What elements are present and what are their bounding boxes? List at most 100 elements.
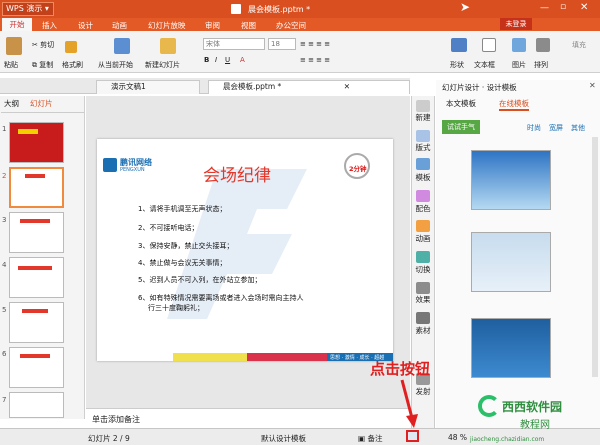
red-arrow-icon [400,379,418,428]
filter-other[interactable]: 其他 [571,123,585,133]
textbox-label[interactable]: 文本框 [474,60,495,70]
copy-button[interactable]: ⧉ 复制 [32,60,53,70]
slide-thumbnail-4[interactable] [9,257,64,298]
strip-template[interactable]: 模板 [412,172,434,183]
zoom-level[interactable]: 48 % [448,433,467,442]
strip-transition[interactable]: 切换 [412,264,434,275]
slideshow-icon[interactable] [114,38,130,54]
underline-button[interactable]: U [225,56,230,64]
tab-outline[interactable]: 大纲 [4,98,19,109]
slide-thumbnail-5[interactable] [9,302,64,343]
slide-number: 6 [2,350,7,358]
animation-icon[interactable] [416,220,430,232]
slide-thumbnail-3[interactable] [9,212,64,253]
arrange-label[interactable]: 排列 [534,60,548,70]
arrange-icon[interactable] [536,38,550,52]
menu-office-space[interactable]: 办公空间 [276,20,306,31]
strip-material[interactable]: 素材 [412,325,434,336]
picture-icon[interactable] [512,38,526,52]
maximize-button[interactable]: ▫ [560,2,566,12]
layout-icon[interactable] [416,130,430,142]
template-preview-1[interactable] [471,150,551,210]
strip-color-scheme[interactable]: 配色 [412,203,434,214]
pane-close-icon[interactable]: ✕ [589,81,596,90]
slide-title[interactable]: 会场纪律 [203,161,271,186]
slide-thumbnail-7[interactable] [9,392,64,418]
picture-label[interactable]: 图片 [512,60,526,70]
new-slide-label[interactable]: 新建幻灯片 [145,60,180,70]
tab-local-templates[interactable]: 本文模板 [446,98,476,109]
new-icon[interactable] [416,100,430,112]
paste-label[interactable]: 粘贴 [4,60,18,70]
strip-effect[interactable]: 效果 [412,294,434,305]
menu-review[interactable]: 审阅 [205,20,220,31]
menu-insert[interactable]: 插入 [42,20,57,31]
menu-view[interactable]: 视图 [241,20,256,31]
font-size-combo[interactable]: 18 [268,38,296,50]
slide-thumbnail-6[interactable] [9,347,64,388]
thumb-title-bar [18,266,52,270]
filter-widescreen[interactable]: 宽屏 [549,123,563,133]
tab-morning-template[interactable]: 晨会模板.pptm * ✕ [208,80,410,94]
company-logo-icon [103,158,117,172]
bullet-item: 1、请将手机调至无声状态； [138,205,227,213]
strip-new[interactable]: 新建 [412,112,434,123]
slide-thumbnail-1[interactable] [9,122,64,163]
app-menu-button[interactable]: WPS 演示 ▾ [2,2,54,16]
close-tab-icon[interactable]: ✕ [344,82,350,91]
filter-fashion[interactable]: 时尚 [527,123,541,133]
notes-pane[interactable]: 单击添加备注 [86,408,410,428]
from-current-label[interactable]: 从当前开始 [98,60,133,70]
format-painter-label[interactable]: 格式刷 [62,60,83,70]
strip-layout[interactable]: 版式 [412,142,434,153]
format-painter-icon[interactable] [65,41,77,53]
template-preview-2[interactable] [471,232,551,292]
template-preview-3[interactable] [471,318,551,378]
color-scheme-icon[interactable] [416,190,430,202]
menu-design[interactable]: 设计 [78,20,93,31]
font-name-combo[interactable]: 宋体 [203,38,265,50]
cut-button[interactable]: ✂ 剪切 [32,40,54,50]
template-icon[interactable] [416,158,430,170]
normal-view-button[interactable] [406,430,419,442]
close-button[interactable]: ✕ [580,2,588,13]
material-icon[interactable] [416,312,430,324]
tab-online-templates[interactable]: 在线模板 [499,98,529,111]
textbox-icon[interactable] [482,38,496,52]
effect-icon[interactable] [416,282,430,294]
slide-number: 3 [2,216,7,224]
paragraph-tools[interactable]: ≡ ≡ ≡ ≡ [300,40,330,48]
minimize-button[interactable]: — [540,3,549,13]
pane-scrollbar[interactable] [592,137,598,377]
category-random[interactable]: 试试手气 [442,120,480,134]
thumb-title-bar [22,309,48,313]
thumb-title-bar [25,174,45,178]
notes-toggle[interactable]: ▣ 备注 [358,433,382,444]
template-name: 默认设计模板 [261,434,306,443]
menu-animation[interactable]: 动画 [112,20,127,31]
shape-label[interactable]: 形状 [450,60,464,70]
new-slide-icon[interactable] [160,38,176,54]
tab-presentation1[interactable]: 演示文稿1 [96,80,200,94]
menu-slideshow[interactable]: 幻灯片放映 [148,20,186,31]
slide-number: 4 [2,261,7,269]
notes-toggle-label: 备注 [367,434,383,443]
bullet-item: 4、禁止做与会议无关事情； [138,259,227,267]
font-color-button[interactable]: A [240,56,245,64]
document-icon [231,4,241,14]
strip-animation[interactable]: 动画 [412,233,434,244]
transition-icon[interactable] [416,251,430,263]
fill-label[interactable]: 填充 [572,40,586,50]
align-tools[interactable]: ≡ ≡ ≡ ≡ [300,56,330,64]
menu-home[interactable]: 开始 [2,18,32,31]
slide-thumbnail-2[interactable] [9,167,64,208]
paste-icon[interactable] [6,37,22,55]
login-button[interactable]: 未登录 [500,18,532,30]
shape-icon[interactable] [451,38,467,52]
watermark-subtext: 教程网 [520,420,550,431]
window-title: 晨会模板.pptm * [248,5,311,14]
copy-label: 复制 [39,61,54,69]
bold-button[interactable]: B [204,56,209,64]
tab-slides[interactable]: 幻灯片 [30,98,53,109]
italic-button[interactable]: I [215,56,217,64]
